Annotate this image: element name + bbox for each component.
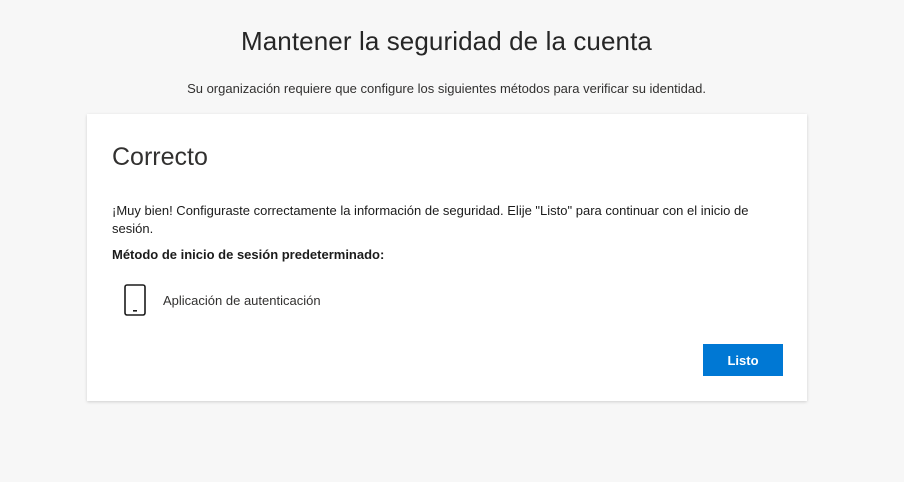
card-heading: Correcto [112, 143, 208, 171]
done-button[interactable]: Listo [703, 344, 783, 376]
phone-icon [124, 284, 146, 316]
success-message: ¡Muy bien! Configuraste correctamente la… [112, 203, 749, 236]
success-card: Correcto ¡Muy bien! Configuraste correct… [87, 114, 807, 401]
default-method-row: Aplicación de autenticación [124, 284, 321, 316]
default-method-label: Método de inicio de sesión predeterminad… [112, 247, 385, 262]
page-title: Mantener la seguridad de la cuenta [240, 26, 652, 56]
page: Mantener la seguridad de la cuenta Su or… [0, 0, 904, 482]
page-subtitle: Su organización requiere que configure l… [187, 81, 706, 96]
method-name: Aplicación de autenticación [163, 292, 321, 308]
